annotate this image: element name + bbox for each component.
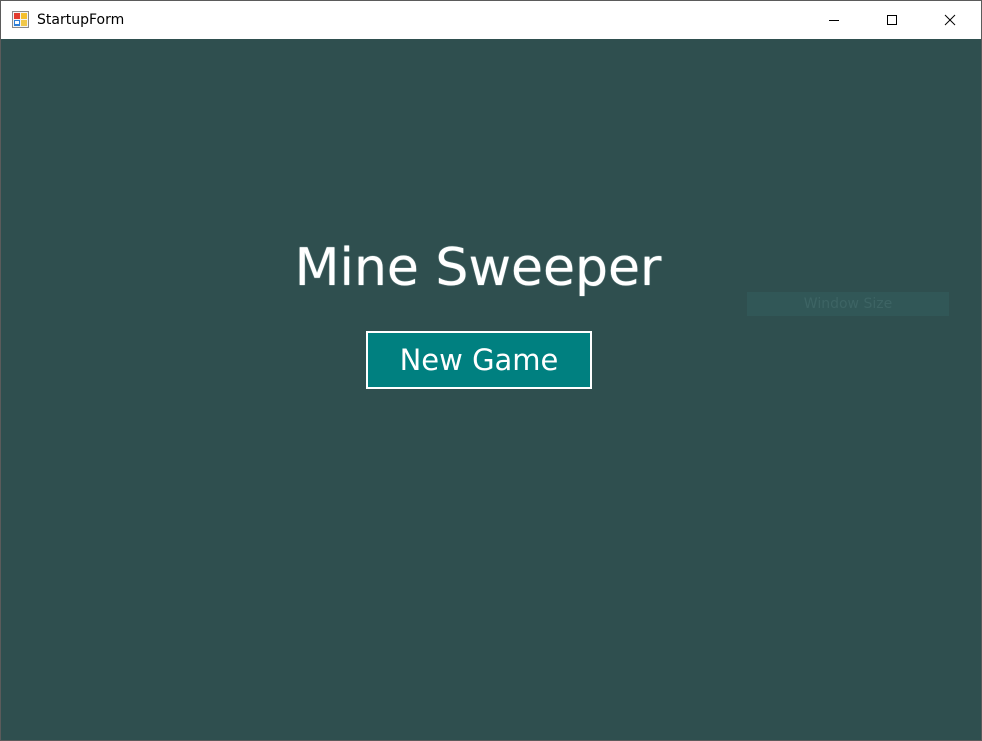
- winforms-app-icon: [12, 11, 29, 28]
- maximize-button[interactable]: [863, 1, 921, 39]
- window-title: StartupForm: [37, 12, 125, 28]
- minimize-icon: [828, 11, 840, 30]
- client-area: Mine Sweeper New Game Window Size: [1, 39, 981, 740]
- startup-form-window: StartupForm Mine Sweeper New Game Window…: [0, 0, 982, 741]
- close-icon: [944, 11, 956, 30]
- new-game-button[interactable]: New Game: [366, 331, 592, 389]
- minimize-button[interactable]: [805, 1, 863, 39]
- title-bar[interactable]: StartupForm: [1, 1, 981, 39]
- close-button[interactable]: [921, 1, 979, 39]
- window-size-label: Window Size: [747, 292, 949, 316]
- maximize-icon: [886, 11, 898, 30]
